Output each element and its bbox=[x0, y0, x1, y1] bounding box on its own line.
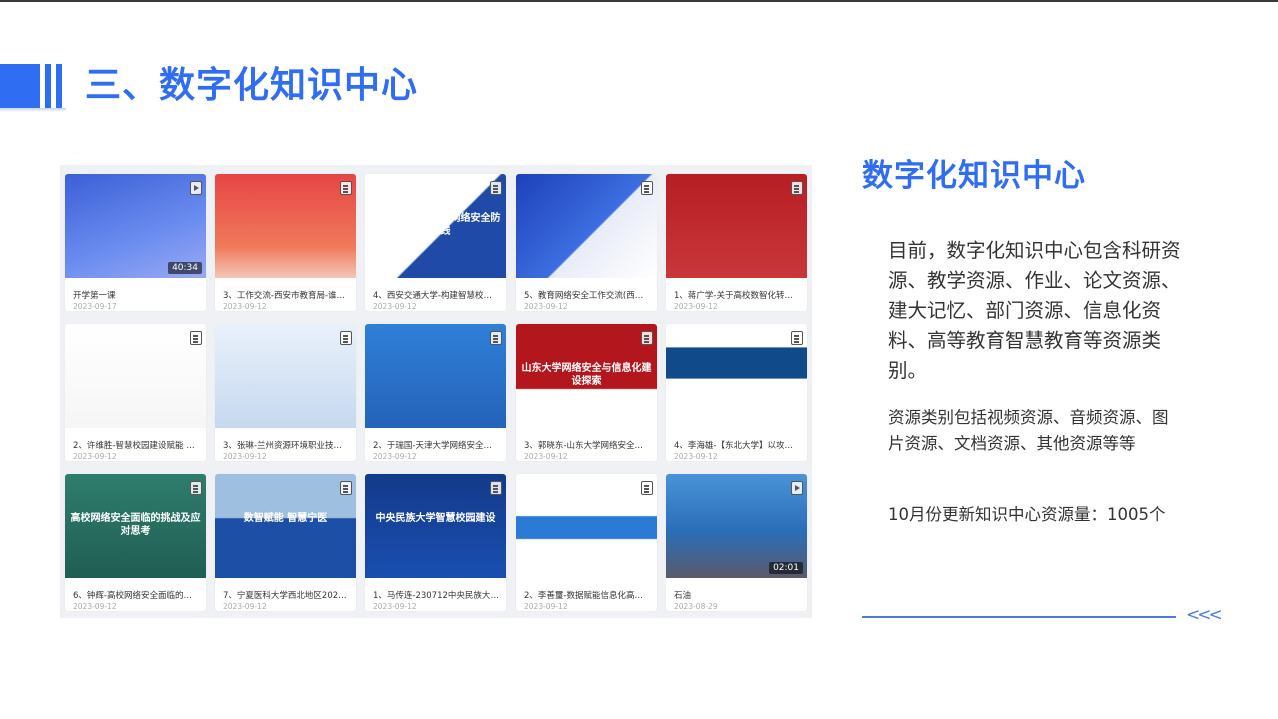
resource-date: 2023-09-12 bbox=[524, 302, 568, 311]
document-icon bbox=[340, 331, 352, 345]
chevrons-left-icon: <<< bbox=[1186, 605, 1223, 625]
resource-thumbnail[interactable] bbox=[516, 174, 657, 278]
resource-thumbnail[interactable]: 构建智慧校园下的网络安全防护实践 bbox=[365, 174, 506, 278]
resource-thumbnail[interactable] bbox=[666, 324, 807, 428]
title-decoration bbox=[0, 64, 70, 112]
resource-title[interactable]: 2、于瑞国-天津大学网络安全工作... bbox=[373, 439, 499, 451]
resource-date: 2023-09-12 bbox=[524, 602, 568, 611]
resource-title[interactable]: 2、李善璽-数据赋能信息化高质量... bbox=[524, 589, 650, 601]
resource-card[interactable]: 4、李海雄-【东北大学】以攻促防... 2023-09-12 bbox=[666, 324, 807, 461]
description-paragraph: 目前，数字化知识中心包含科研资源、教学资源、作业、论文资源、建大记忆、部门资源、… bbox=[888, 239, 1181, 382]
resource-card[interactable]: 2、于瑞国-天津大学网络安全工作... 2023-09-12 bbox=[365, 324, 506, 461]
resource-date: 2023-09-12 bbox=[223, 302, 267, 311]
resource-thumbnail[interactable] bbox=[516, 474, 657, 578]
document-icon bbox=[490, 481, 502, 495]
document-icon bbox=[791, 331, 803, 345]
video-icon bbox=[190, 181, 202, 195]
resource-thumbnail[interactable] bbox=[65, 324, 206, 428]
resource-title[interactable]: 2、许维胜-智慧校园建设赋能 教育... bbox=[73, 439, 199, 451]
page-title: 三、数字化知识中心 bbox=[85, 65, 419, 106]
document-icon bbox=[490, 331, 502, 345]
resource-card[interactable]: 02:01 石油 2023-08-29 bbox=[666, 474, 807, 611]
thumbnail-caption: 构建智慧校园下的网络安全防护实践 bbox=[370, 213, 501, 237]
thumbnail-caption: 高校网络安全面临的挑战及应对思考 bbox=[70, 513, 201, 537]
document-icon bbox=[641, 181, 653, 195]
resource-date: 2023-09-17 bbox=[73, 302, 117, 311]
video-duration: 02:01 bbox=[769, 562, 803, 574]
resource-thumbnail[interactable] bbox=[666, 174, 807, 278]
resource-thumbnail[interactable]: 02:01 bbox=[666, 474, 807, 578]
document-icon bbox=[791, 181, 803, 195]
resource-card[interactable]: 中央民族大学智慧校园建设 1、马传连-230712中央民族大学智...2023-0… bbox=[365, 474, 506, 611]
resource-title[interactable]: 6、钟辉-高校网络安全面临的挑战... bbox=[73, 589, 199, 601]
resource-card[interactable]: 构建智慧校园下的网络安全防护实践 4、西安交通大学-构建智慧校园下... 2023-… bbox=[365, 174, 506, 311]
resource-date: 2023-08-29 bbox=[674, 602, 718, 611]
resource-thumbnail[interactable]: 数智赋能 智慧宁医 bbox=[215, 474, 356, 578]
resource-title[interactable]: 石油 bbox=[674, 589, 800, 601]
resource-date: 2023-09-12 bbox=[524, 452, 568, 461]
resource-title[interactable]: 3、张琳-兰州资源环境职业技术大... bbox=[223, 439, 349, 451]
resource-card[interactable]: 3、张琳-兰州资源环境职业技术大... 2023-09-12 bbox=[215, 324, 356, 461]
resource-date: 2023-09-12 bbox=[373, 302, 417, 311]
resource-card[interactable]: 5、教育网络安全工作交流(西安外... 2023-09-12 bbox=[516, 174, 657, 311]
resource-title[interactable]: 5、教育网络安全工作交流(西安外... bbox=[524, 289, 650, 301]
resource-date: 2023-09-12 bbox=[223, 452, 267, 461]
resource-date: 2023-09-12 bbox=[73, 602, 117, 611]
section-heading: 数字化知识中心 bbox=[862, 158, 1086, 194]
resource-grid: 40:34 开学第一课 2023-09-17 3、工作交流-西安市教育局-谁确把...… bbox=[60, 165, 812, 618]
resource-thumbnail[interactable]: 山东大学网络安全与信息化建设探索 bbox=[516, 324, 657, 428]
resource-card[interactable]: 山东大学网络安全与信息化建设探索 3、郭晓东-山东大学网络安全与信... 2023-… bbox=[516, 324, 657, 461]
resource-card[interactable]: 3、工作交流-西安市教育局-谁确把... 2023-09-12 bbox=[215, 174, 356, 311]
thumbnail-caption: 中央民族大学智慧校园建设 bbox=[375, 513, 496, 524]
resource-date: 2023-09-12 bbox=[373, 452, 417, 461]
resource-types-paragraph: 资源类别包括视频资源、音频资源、图片资源、文档资源、其他资源等等 bbox=[888, 408, 1169, 453]
resource-thumbnail[interactable]: 40:34 bbox=[65, 174, 206, 278]
resource-thumbnail[interactable]: 中央民族大学智慧校园建设 bbox=[365, 474, 506, 578]
resource-title[interactable]: 1、蒋广学-关于高校数智化转型的... bbox=[674, 289, 800, 301]
resource-title[interactable]: 1、马传连-230712中央民族大学智... bbox=[373, 589, 499, 601]
resource-thumbnail[interactable] bbox=[215, 174, 356, 278]
update-count-paragraph: 10月份更新知识中心资源量：1005个 bbox=[888, 505, 1166, 524]
resource-card[interactable]: 2、许维胜-智慧校园建设赋能 教育... 2023-09-12 bbox=[65, 324, 206, 461]
video-duration: 40:34 bbox=[168, 262, 202, 274]
resource-thumbnail[interactable] bbox=[365, 324, 506, 428]
document-icon bbox=[340, 481, 352, 495]
top-border bbox=[0, 0, 1278, 2]
document-icon bbox=[190, 481, 202, 495]
bottom-divider bbox=[862, 616, 1176, 618]
resource-card[interactable]: 数智赋能 智慧宁医 7、宁夏医科大学西北地区2023年... 2023-09-12 bbox=[215, 474, 356, 611]
resource-title[interactable]: 4、西安交通大学-构建智慧校园下... bbox=[373, 289, 499, 301]
resource-card[interactable]: 40:34 开学第一课 2023-09-17 bbox=[65, 174, 206, 311]
resource-date: 2023-09-12 bbox=[373, 602, 417, 611]
thumbnail-caption: 山东大学网络安全与信息化建设探索 bbox=[521, 363, 652, 387]
document-icon bbox=[641, 331, 653, 345]
resource-card[interactable]: 2、李善璽-数据赋能信息化高质量... 2023-09-12 bbox=[516, 474, 657, 611]
resource-date: 2023-09-12 bbox=[73, 452, 117, 461]
video-icon bbox=[791, 481, 803, 495]
document-icon bbox=[340, 181, 352, 195]
resource-date: 2023-09-12 bbox=[674, 302, 718, 311]
resource-title[interactable]: 3、工作交流-西安市教育局-谁确把... bbox=[223, 289, 349, 301]
document-icon bbox=[490, 181, 502, 195]
resource-title[interactable]: 3、郭晓东-山东大学网络安全与信... bbox=[524, 439, 650, 451]
resource-title[interactable]: 开学第一课 bbox=[73, 289, 199, 301]
resource-date: 2023-09-12 bbox=[674, 452, 718, 461]
resource-card[interactable]: 高校网络安全面临的挑战及应对思考 6、钟辉-高校网络安全面临的挑战... 2023-… bbox=[65, 474, 206, 611]
resource-title[interactable]: 4、李海雄-【东北大学】以攻促防... bbox=[674, 439, 800, 451]
resource-title[interactable]: 7、宁夏医科大学西北地区2023年... bbox=[223, 589, 349, 601]
resource-date: 2023-09-12 bbox=[223, 602, 267, 611]
thumbnail-caption: 数智赋能 智慧宁医 bbox=[243, 513, 328, 524]
document-icon bbox=[190, 331, 202, 345]
resource-thumbnail[interactable] bbox=[215, 324, 356, 428]
resource-thumbnail[interactable]: 高校网络安全面临的挑战及应对思考 bbox=[65, 474, 206, 578]
resource-card[interactable]: 1、蒋广学-关于高校数智化转型的... 2023-09-12 bbox=[666, 174, 807, 311]
document-icon bbox=[641, 481, 653, 495]
